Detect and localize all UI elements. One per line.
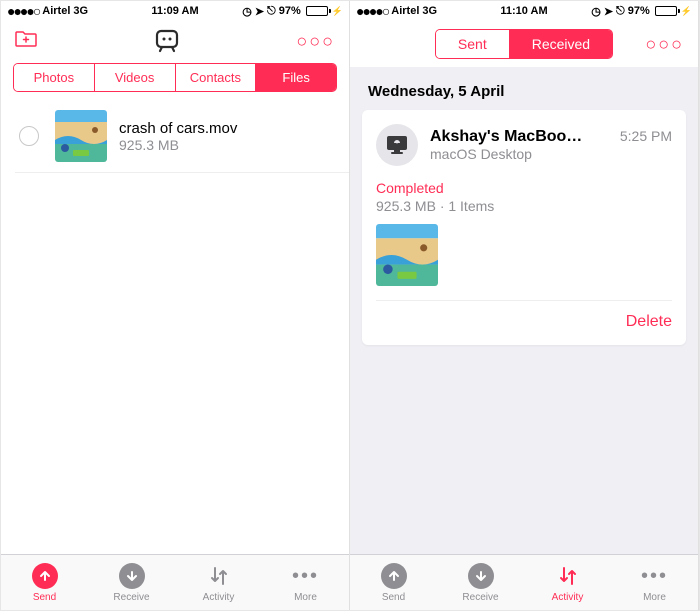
status-bar: ●●●●○ Airtel 3G 11:10 AM ◷ ➤ ⎋ 97% ⚡ <box>350 1 698 21</box>
tab-bar: Send Receive Activity ••• More <box>1 554 349 610</box>
tab-activity[interactable]: Activity <box>175 555 262 610</box>
alarm-icon: ◷ <box>591 5 601 18</box>
signal-dots-icon: ●●●●○ <box>356 3 388 19</box>
date-header: Wednesday, 5 April <box>350 67 698 110</box>
network-label: 3G <box>73 5 88 17</box>
segment-received[interactable]: Received <box>510 30 612 58</box>
tab-label: Send <box>382 592 405 603</box>
carrier-label: Airtel <box>391 5 419 17</box>
activity-list: Wednesday, 5 April Akshay's MacBoo… 5:25… <box>350 67 698 554</box>
tab-receive[interactable]: Receive <box>88 555 175 610</box>
segment-contacts[interactable]: Contacts <box>176 64 257 91</box>
status-bar: ●●●●○ Airtel 3G 11:09 AM ◷ ➤ ⎋ 97% ⚡ <box>1 1 349 21</box>
tab-activity[interactable]: Activity <box>524 555 611 610</box>
clock: 11:10 AM <box>500 5 547 17</box>
tab-more[interactable]: ••• More <box>611 555 698 610</box>
arrow-down-icon <box>119 563 145 589</box>
tab-label: Receive <box>113 592 149 603</box>
file-row[interactable]: crash of cars.mov 925.3 MB <box>15 100 349 173</box>
sent-received-segment: Sent Received <box>435 29 613 59</box>
file-name: crash of cars.mov <box>119 120 237 137</box>
transfer-time: 5:25 PM <box>620 128 672 144</box>
segment-sent[interactable]: Sent <box>436 30 510 58</box>
location-icon: ➤ <box>604 5 613 18</box>
tab-label: Receive <box>462 592 498 603</box>
device-name: Akshay's MacBoo… <box>430 128 582 146</box>
file-thumbnail <box>55 110 107 162</box>
app-logo-icon <box>37 29 296 53</box>
battery-pct: 97% <box>279 5 301 17</box>
tab-label: Send <box>33 592 56 603</box>
add-folder-icon[interactable] <box>15 30 37 53</box>
bluetooth-icon: ⎋ <box>267 5 276 18</box>
tab-label: More <box>643 592 666 603</box>
tab-send[interactable]: Send <box>350 555 437 610</box>
tab-receive[interactable]: Receive <box>437 555 524 610</box>
more-icon[interactable]: ○○○ <box>296 31 335 52</box>
network-label: 3G <box>422 5 437 17</box>
tab-send[interactable]: Send <box>1 555 88 610</box>
arrow-down-icon <box>468 563 494 589</box>
device-type: macOS Desktop <box>430 146 672 162</box>
more-dots-icon: ••• <box>642 563 668 589</box>
category-segment-control: Photos Videos Contacts Files <box>13 63 337 92</box>
more-dots-icon: ••• <box>293 563 319 589</box>
tab-label: Activity <box>552 592 584 603</box>
nav-bar: Sent Received ○○○ <box>350 21 698 67</box>
clock: 11:09 AM <box>151 5 198 17</box>
carrier-label: Airtel <box>42 5 70 17</box>
arrow-up-icon <box>32 563 58 589</box>
location-icon: ➤ <box>255 5 264 18</box>
screen-send-files: ●●●●○ Airtel 3G 11:09 AM ◷ ➤ ⎋ 97% ⚡ ○○○… <box>1 1 350 610</box>
battery-icon: ⚡ <box>304 6 343 17</box>
activity-icon <box>206 563 232 589</box>
tab-label: Activity <box>203 592 235 603</box>
tab-more[interactable]: ••• More <box>262 555 349 610</box>
tab-bar: Send Receive Activity ••• More <box>350 554 698 610</box>
segment-files[interactable]: Files <box>256 64 336 91</box>
segment-photos[interactable]: Photos <box>14 64 95 91</box>
transfer-card: Akshay's MacBoo… 5:25 PM macOS Desktop C… <box>362 110 686 345</box>
bluetooth-icon: ⎋ <box>616 5 625 18</box>
alarm-icon: ◷ <box>242 5 252 18</box>
file-size: 925.3 MB <box>119 137 237 153</box>
tab-label: More <box>294 592 317 603</box>
select-circle-icon[interactable] <box>19 126 39 146</box>
more-icon[interactable]: ○○○ <box>645 34 684 55</box>
arrow-up-icon <box>381 563 407 589</box>
screen-activity: ●●●●○ Airtel 3G 11:10 AM ◷ ➤ ⎋ 97% ⚡ Sen… <box>350 1 699 610</box>
battery-pct: 97% <box>628 5 650 17</box>
battery-icon: ⚡ <box>653 6 692 17</box>
transfer-detail: 925.3 MB · 1 Items <box>376 198 672 214</box>
signal-dots-icon: ●●●●○ <box>7 3 39 19</box>
file-list: crash of cars.mov 925.3 MB <box>1 100 349 554</box>
activity-icon <box>555 563 581 589</box>
segment-videos[interactable]: Videos <box>95 64 176 91</box>
transfer-thumbnail[interactable] <box>376 224 438 286</box>
transfer-status: Completed <box>376 180 672 196</box>
nav-bar: ○○○ <box>1 21 349 61</box>
device-monitor-icon <box>376 124 418 166</box>
delete-button[interactable]: Delete <box>626 313 672 330</box>
